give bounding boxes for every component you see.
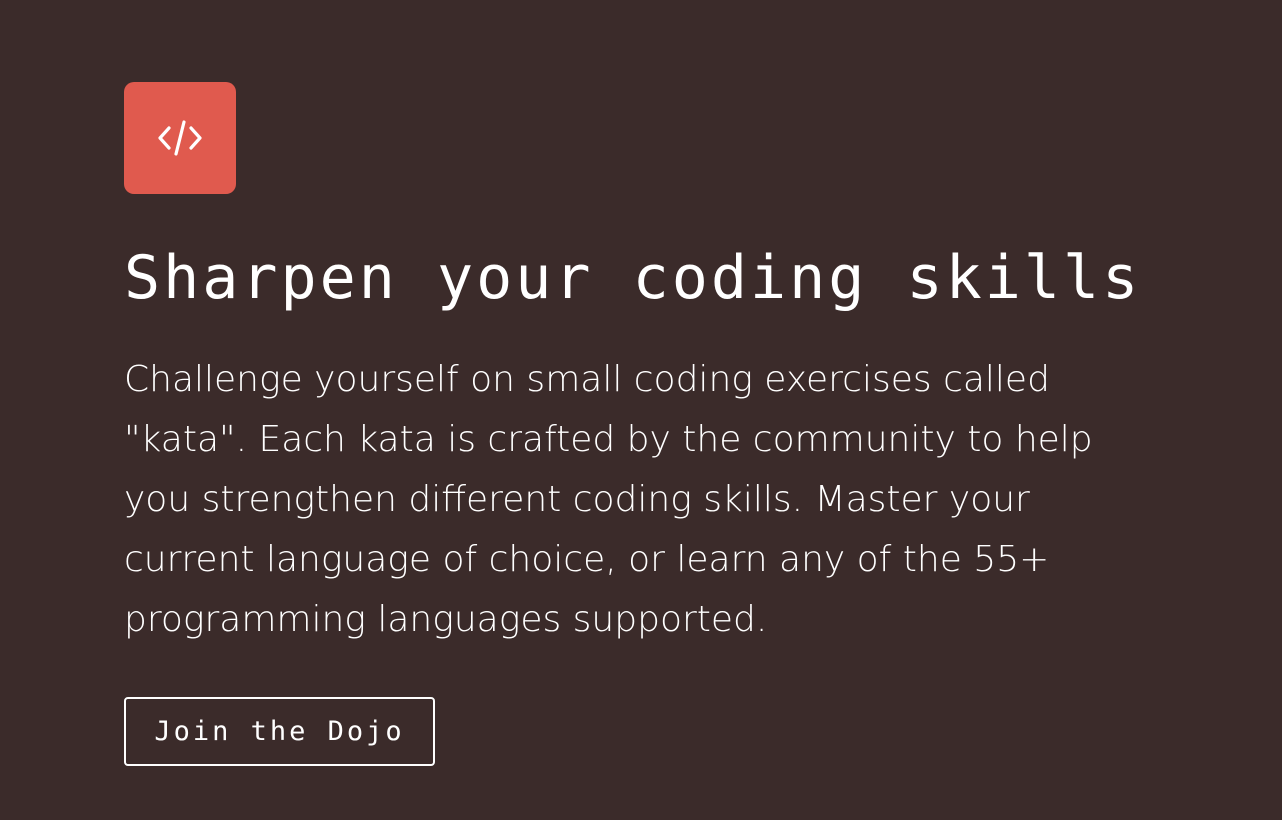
code-brackets-icon bbox=[124, 82, 236, 194]
hero-description: Challenge yourself on small coding exerc… bbox=[124, 359, 1093, 640]
join-dojo-button[interactable]: Join the Dojo bbox=[124, 697, 435, 766]
hero-title: Sharpen your coding skills bbox=[124, 243, 1142, 313]
hero-section: Sharpen your coding skills Challenge you… bbox=[0, 0, 1282, 820]
